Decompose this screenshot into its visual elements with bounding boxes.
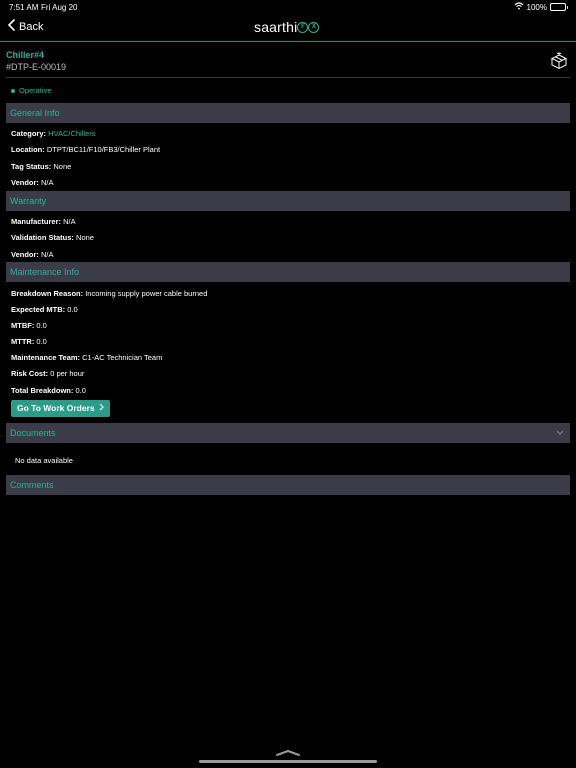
field-label: Manufacturer: [11,217,62,226]
go-to-work-orders-button[interactable]: Go To Work Orders [11,400,110,417]
home-indicator[interactable] [199,760,377,763]
section-title: Documents [10,428,56,438]
field-validation-status: Validation Status: None [11,233,94,242]
field-label: Expected MTB: [11,305,66,314]
status-date: Fri Aug 20 [41,3,78,12]
field-value: 0.0 [75,386,86,395]
field-maintenance-team: Maintenance Team: C1-AC Technician Team [11,353,162,362]
button-label: Go To Work Orders [17,403,95,413]
field-label: Location: [11,145,45,154]
field-value: 0.0 [36,321,47,330]
logo-badge-f: F [297,21,309,33]
section-maintenance-info: Maintenance Info [6,262,570,282]
package-box-icon[interactable] [550,52,568,75]
field-label: MTTR: [11,337,35,346]
field-label: MTBF: [11,321,35,330]
field-value: None [76,233,94,242]
field-location: Location: DTPT/BC11/F10/FB3/Chiller Plan… [11,145,160,154]
field-risk-cost: Risk Cost: 0 per hour [11,369,84,378]
field-label: Total Breakdown: [11,386,74,395]
chevron-down-icon [556,423,564,451]
asset-title: Chiller#4 [6,50,45,60]
chevron-left-icon [7,19,15,34]
section-title: Comments [10,480,54,490]
field-vendor: Vendor: N/A [11,178,54,187]
asset-header: Chiller#4 #DTP-E-00019 [6,50,570,78]
field-total-breakdown: Total Breakdown: 0.0 [11,386,86,395]
field-value: 0.0 [36,337,47,346]
field-label: Vendor: [11,250,39,259]
field-label: Validation Status: [11,233,74,242]
field-label: Tag Status: [11,162,52,171]
status-dot-icon [11,88,15,93]
logo-text: saarthi [254,19,298,35]
field-value: N/A [63,217,76,226]
field-value: 0 per hour [50,369,85,378]
field-manufacturer: Manufacturer: N/A [11,217,76,226]
asset-status: Operative [11,86,52,95]
battery-percent: 100% [526,2,547,12]
field-label: Breakdown Reason: [11,289,84,298]
asset-code: #DTP-E-00019 [6,62,67,72]
field-value: None [53,162,72,171]
app-logo: saarthi F X [254,19,320,35]
field-label: Maintenance Team: [11,353,81,362]
field-tag-status: Tag Status: None [11,162,71,171]
logo-badge-x: X [308,21,320,33]
section-general-info: General Info [6,103,570,123]
field-label: Risk Cost: [11,369,49,378]
back-button[interactable]: Back [7,19,44,34]
field-expected-mtb: Expected MTB: 0.0 [11,305,78,314]
section-comments[interactable]: Comments [6,475,570,495]
section-title: Maintenance Info [10,267,80,277]
field-label: Category: [11,129,47,138]
back-label: Back [19,20,44,33]
section-warranty: Warranty [6,191,570,211]
documents-empty-text: No data available [15,456,73,465]
field-value: C1-AC Technician Team [82,353,163,362]
field-value: N/A [41,250,54,259]
field-category: Category: HVAC/Chillers [11,129,95,138]
section-title: General Info [10,108,60,118]
field-breakdown-reason: Breakdown Reason: Incoming supply power … [11,289,207,298]
chevron-right-icon [99,400,104,417]
status-label: Operative [19,86,52,95]
battery-icon [550,3,568,11]
status-bar: 7:51 AM Fri Aug 20 100% [0,0,576,14]
field-value: 0.0 [67,305,78,314]
field-value: Incoming supply power cable burned [85,289,208,298]
section-title: Warranty [10,196,47,206]
field-value: DTPT/BC11/F10/FB3/Chiller Plant [46,145,161,154]
status-right: 100% [514,2,568,12]
field-label: Vendor: [11,178,39,187]
status-time: 7:51 AM [9,3,39,12]
field-warranty-vendor: Vendor: N/A [11,250,54,259]
category-link[interactable]: HVAC/Chillers [48,129,95,138]
wifi-icon [514,2,524,12]
field-mtbf: MTBF: 0.0 [11,321,47,330]
nav-bar: Back saarthi F X [0,14,576,42]
field-mttr: MTTR: 0.0 [11,337,47,346]
section-documents[interactable]: Documents [6,423,570,443]
field-value: N/A [41,178,54,187]
